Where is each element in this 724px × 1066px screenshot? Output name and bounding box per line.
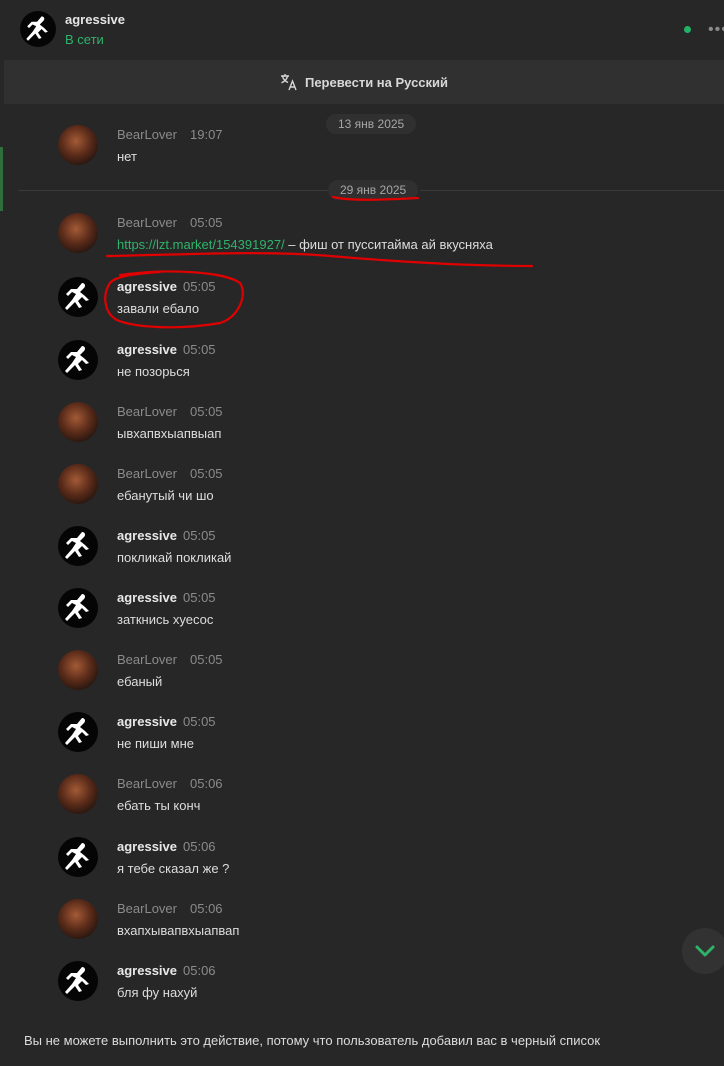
- message-time: 19:07: [190, 127, 223, 142]
- avatar[interactable]: [58, 588, 98, 628]
- message-time: 05:05: [183, 279, 216, 294]
- avatar[interactable]: [58, 125, 98, 165]
- avatar[interactable]: [58, 774, 98, 814]
- avatar[interactable]: [58, 837, 98, 877]
- message-time: 05:06: [190, 901, 223, 916]
- date-label: 29 янв 2025: [328, 180, 419, 200]
- message-text: нет: [117, 149, 137, 164]
- message-author[interactable]: agressive: [117, 839, 177, 854]
- message-item: agressive 05:05 заткнись хуесос: [0, 588, 724, 644]
- message-text: я тебе сказал же ?: [117, 861, 230, 876]
- message-text: не позорься: [117, 364, 190, 379]
- message-item: agressive 05:05 покликай покликай: [0, 526, 724, 582]
- message-time: 05:05: [190, 404, 223, 419]
- message-text: не пиши мне: [117, 736, 194, 751]
- message-time: 05:05: [190, 466, 223, 481]
- runner-logo-icon: [65, 718, 89, 745]
- message-author[interactable]: BearLover: [117, 215, 177, 230]
- avatar[interactable]: [58, 340, 98, 380]
- scroll-down-button[interactable]: [682, 928, 724, 974]
- runner-logo-icon: [65, 532, 89, 559]
- chevron-down-icon: [695, 945, 715, 957]
- message-time: 05:05: [183, 714, 216, 729]
- message-item: agressive 05:06 бля фу нахуй: [0, 961, 724, 1017]
- message-time: 05:05: [183, 590, 216, 605]
- message-item: agressive 05:05 не позорься: [0, 340, 724, 396]
- message-item: BearLover 05:05 ывхапвхыапвыап: [0, 402, 724, 458]
- message-time: 05:06: [183, 839, 216, 854]
- avatar[interactable]: [58, 650, 98, 690]
- message-time: 05:06: [190, 776, 223, 791]
- online-indicator: [684, 26, 691, 33]
- message-text: ывхапвхыапвыап: [117, 426, 222, 441]
- translate-label: Перевести на Русский: [304, 74, 449, 90]
- message-author[interactable]: BearLover: [117, 404, 177, 419]
- message-text-tail: – фиш от пусситайма ай вкусняха: [284, 237, 493, 252]
- translate-button[interactable]: Перевести на Русский: [4, 60, 724, 104]
- contact-name[interactable]: agressive: [65, 12, 125, 27]
- message-text: ебанутый чи шо: [117, 488, 214, 503]
- message-item: agressive 05:05 завали ебало: [0, 277, 724, 333]
- blocked-notice: Вы не можете выполнить это действие, пот…: [24, 1033, 601, 1048]
- chat-header: agressive В сети •••: [0, 0, 724, 64]
- message-author[interactable]: agressive: [117, 714, 177, 729]
- divider: [18, 190, 328, 191]
- date-separator: 29 янв 2025: [0, 178, 724, 202]
- message-item: BearLover 05:05 ебанутый чи шо: [0, 464, 724, 520]
- message-author[interactable]: BearLover: [117, 652, 177, 667]
- runner-logo-icon: [26, 16, 48, 41]
- message-time: 05:05: [190, 652, 223, 667]
- message-author[interactable]: BearLover: [117, 776, 177, 791]
- avatar[interactable]: [58, 712, 98, 752]
- avatar[interactable]: [58, 213, 98, 253]
- message-text: бля фу нахуй: [117, 985, 198, 1000]
- message-item: agressive 05:05 не пиши мне: [0, 712, 724, 768]
- runner-logo-icon: [65, 843, 89, 870]
- message-item: BearLover 05:06 вхапхывапвхыапвап: [0, 899, 724, 955]
- message-time: 05:05: [183, 528, 216, 543]
- avatar[interactable]: [58, 402, 98, 442]
- message-text: покликай покликай: [117, 550, 232, 565]
- more-dots-icon[interactable]: •••: [708, 22, 724, 38]
- message-time: 05:06: [183, 963, 216, 978]
- message-text: https://lzt.market/154391927/ – фиш от п…: [117, 237, 493, 252]
- message-text: заткнись хуесос: [117, 612, 214, 627]
- avatar[interactable]: [58, 961, 98, 1001]
- message-item: BearLover 05:05 https://lzt.market/15439…: [0, 213, 724, 269]
- message-author[interactable]: agressive: [117, 279, 177, 294]
- avatar[interactable]: [58, 277, 98, 317]
- message-author[interactable]: BearLover: [117, 901, 177, 916]
- runner-logo-icon: [65, 967, 89, 994]
- message-author[interactable]: agressive: [117, 590, 177, 605]
- message-item: BearLover 05:05 ебаный: [0, 650, 724, 706]
- message-author[interactable]: agressive: [117, 528, 177, 543]
- divider: [420, 190, 724, 191]
- message-time: 05:05: [183, 342, 216, 357]
- runner-logo-icon: [65, 346, 89, 373]
- message-text: ебаный: [117, 674, 163, 689]
- avatar[interactable]: [58, 526, 98, 566]
- online-status: В сети: [65, 32, 104, 47]
- message-time: 05:05: [190, 215, 223, 230]
- message-item: BearLover 05:06 ебать ты конч: [0, 774, 724, 830]
- runner-logo-icon: [65, 283, 89, 310]
- avatar[interactable]: [58, 464, 98, 504]
- message-author[interactable]: agressive: [117, 963, 177, 978]
- translate-icon: [280, 74, 297, 91]
- message-item: agressive 05:06 я тебе сказал же ?: [0, 837, 724, 893]
- message-text: завали ебало: [117, 301, 200, 316]
- message-author[interactable]: BearLover: [117, 466, 177, 481]
- avatar[interactable]: [58, 899, 98, 939]
- message-author[interactable]: agressive: [117, 342, 177, 357]
- message-item: BearLover 19:07 нет: [0, 125, 724, 181]
- message-author[interactable]: BearLover: [117, 127, 177, 142]
- runner-logo-icon: [65, 594, 89, 621]
- message-link[interactable]: https://lzt.market/154391927/: [117, 237, 285, 252]
- message-text: вхапхывапвхыапвап: [117, 923, 240, 938]
- message-text: ебать ты конч: [117, 798, 201, 813]
- contact-avatar[interactable]: [20, 11, 56, 47]
